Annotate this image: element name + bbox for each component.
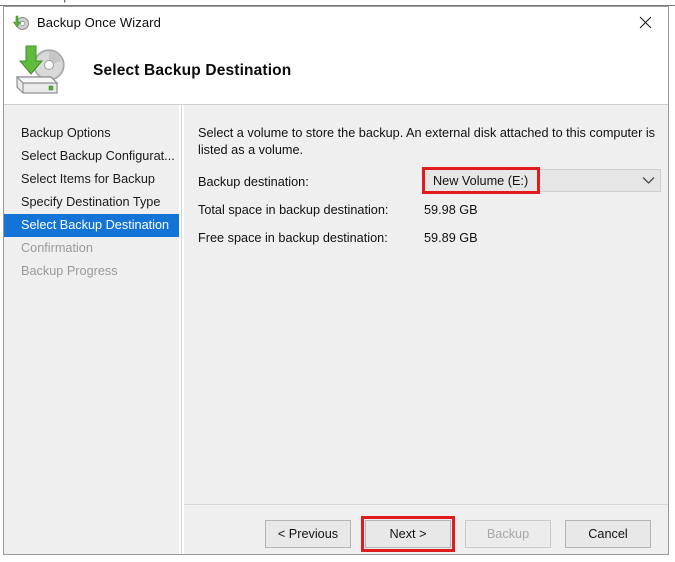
previous-button[interactable]: < Previous <box>265 520 351 548</box>
main-content-pane: Select a volume to store the backup. An … <box>184 105 668 554</box>
content-area: Select a volume to store the backup. An … <box>184 105 668 405</box>
wizard-button-row: < Previous Next > Backup Cancel <box>265 516 651 552</box>
page-title: Select Backup Destination <box>93 62 292 79</box>
intro-instruction-text: Select a volume to store the backup. An … <box>198 126 655 157</box>
sidebar-item-backup-progress: Backup Progress <box>21 264 118 278</box>
total-space-value: 59.98 GB <box>424 203 478 217</box>
header-banner: Select Backup Destination <box>4 38 668 104</box>
backup-destination-value: New Volume (E:) <box>433 173 529 188</box>
sidebar-item-select-backup-configuration[interactable]: Select Backup Configurat... <box>4 145 179 168</box>
parent-menu-item-help[interactable]: Help <box>47 0 70 3</box>
total-space-label: Total space in backup destination: <box>198 203 389 217</box>
window-title: Backup Once Wizard <box>37 15 161 30</box>
backup-button: Backup <box>465 520 551 548</box>
backup-destination-select[interactable]: New Volume (E:) <box>424 169 661 192</box>
next-button[interactable]: Next > <box>365 520 451 548</box>
sidebar-divider <box>181 105 182 554</box>
close-icon[interactable] <box>623 7 668 37</box>
backup-destination-disk-icon <box>11 43 73 99</box>
wizard-footer: < Previous Next > Backup Cancel <box>184 505 668 554</box>
cancel-button-wrap: Cancel <box>565 520 651 548</box>
sidebar-item-specify-destination-type[interactable]: Specify Destination Type <box>4 191 179 214</box>
backup-once-wizard-window: Backup Once Wizard Select Backup Destina… <box>3 6 669 555</box>
free-space-value: 59.89 GB <box>424 231 478 245</box>
sidebar-item-select-items-for-backup[interactable]: Select Items for Backup <box>4 168 179 191</box>
previous-button-wrap: < Previous <box>265 520 351 548</box>
next-button-wrap: Next > <box>361 516 455 552</box>
wizard-step-sidebar: Backup Options Select Backup Configurat.… <box>4 105 179 554</box>
sidebar-item-confirmation: Confirmation <box>21 241 93 255</box>
backup-button-wrap: Backup <box>465 520 551 548</box>
sidebar-item-select-backup-destination[interactable]: Select Backup Destination <box>4 214 179 237</box>
backup-disc-icon <box>12 14 30 32</box>
free-space-label: Free space in backup destination: <box>198 231 388 245</box>
cancel-button[interactable]: Cancel <box>565 520 651 548</box>
chevron-down-icon[interactable] <box>636 176 660 185</box>
title-bar: Backup Once Wizard <box>4 7 668 38</box>
parent-menu-item-view[interactable]: View <box>5 0 29 3</box>
wizard-body: Backup Options Select Backup Configurat.… <box>4 105 668 554</box>
backup-destination-label: Backup destination: <box>198 175 309 189</box>
sidebar-item-backup-options[interactable]: Backup Options <box>4 122 179 145</box>
